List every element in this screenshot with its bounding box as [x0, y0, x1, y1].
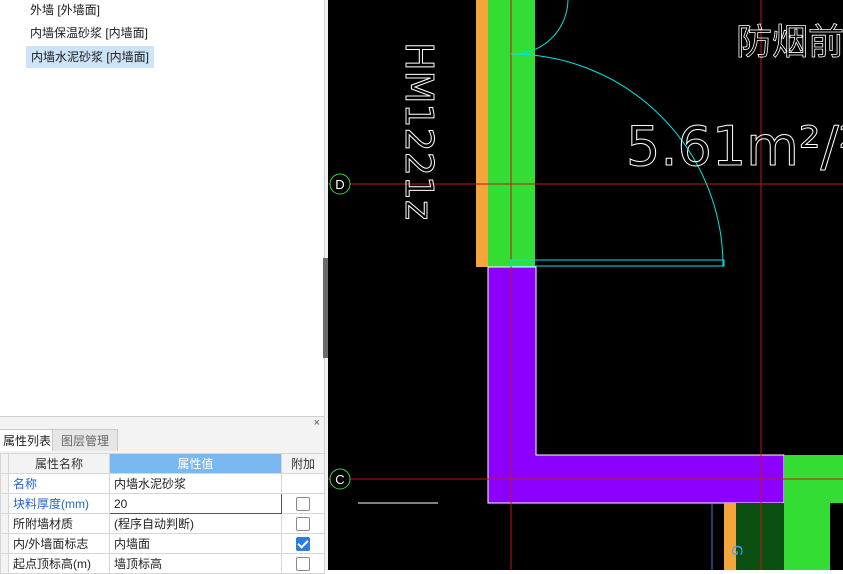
property-value[interactable]: 内墙面 [109, 533, 282, 554]
cad-drawing-canvas[interactable]: D C 防烟前室 5.61m²/² HM1221z G [328, 0, 843, 570]
room-name-label: 防烟前室 [736, 22, 843, 63]
lower-dark-green-wall [736, 503, 784, 570]
table-row[interactable]: 起点顶标高(m) 墙顶标高 [0, 553, 325, 574]
row-number [0, 493, 9, 514]
table-row[interactable]: 内/外墙面标志 内墙面 [0, 533, 325, 554]
property-value[interactable]: 墙顶标高 [109, 553, 282, 574]
left-panel: 外墙 [外墙面] 内墙保温砂浆 [内墙面] 内墙水泥砂浆 [内墙面] × 属性列… [0, 0, 325, 574]
table-row[interactable]: 名称 内墙水泥砂浆 [0, 473, 325, 494]
row-number [0, 473, 9, 494]
purple-wall-l-shape [487, 266, 785, 504]
lower-green-column [784, 503, 830, 570]
attach-cell [281, 553, 325, 574]
attach-cell [281, 493, 325, 514]
property-value-input[interactable]: 20 [109, 493, 282, 514]
door-code-label: HM1221z [397, 42, 441, 220]
tree-item-exterior-wall[interactable]: 外墙 [外墙面] [26, 0, 104, 20]
attach-header[interactable]: 附加 [281, 453, 325, 474]
tree-item-interior-insulation-mortar[interactable]: 内墙保温砂浆 [内墙面] [26, 23, 152, 43]
property-name: 块料厚度(mm) [8, 493, 110, 514]
property-value[interactable]: (程序自动判断) [109, 513, 282, 534]
attach-checkbox[interactable] [296, 496, 310, 511]
property-name: 内/外墙面标志 [8, 533, 110, 554]
attach-checkbox[interactable] [296, 556, 310, 571]
table-row[interactable]: 所附墙材质 (程序自动判断) [0, 513, 325, 534]
property-value-header[interactable]: 属性值 [109, 453, 282, 474]
property-name: 名称 [8, 473, 110, 494]
lower-orange-strip [724, 503, 736, 570]
property-name: 所附墙材质 [8, 513, 110, 534]
component-tree: 外墙 [外墙面] 内墙保温砂浆 [内墙面] 内墙水泥砂浆 [内墙面] [0, 0, 324, 412]
tab-bar: 属性列表 图层管理 [0, 429, 324, 451]
tab-property-list[interactable]: 属性列表 [0, 429, 61, 451]
attach-checkbox[interactable] [296, 516, 310, 531]
row-number [0, 533, 9, 554]
attach-cell [281, 513, 325, 534]
table-row[interactable]: 块料厚度(mm) 20 [0, 493, 325, 514]
axis-label-c: C [335, 472, 344, 487]
row-number [0, 553, 9, 574]
tree-item-interior-cement-mortar[interactable]: 内墙水泥砂浆 [内墙面] [26, 46, 155, 68]
grid-header-row: 属性名称 属性值 附加 [0, 453, 325, 474]
orange-wall-strip [476, 0, 488, 267]
row-number [0, 513, 9, 534]
room-area-label: 5.61m²/² [626, 115, 843, 178]
axis-label-d: D [335, 177, 344, 192]
property-value[interactable]: 内墙水泥砂浆 [109, 473, 282, 494]
door-leaf [510, 259, 725, 267]
close-icon[interactable]: × [314, 417, 320, 429]
attach-cell [281, 473, 325, 494]
lower-vertical-label: G [728, 545, 744, 556]
tab-layer-management[interactable]: 图层管理 [52, 429, 119, 451]
property-name: 起点顶标高(m) [8, 553, 110, 574]
properties-pane: × 属性列表 图层管理 属性名称 属性值 附加 名称 内墙水泥砂浆 块料厚度(m… [0, 416, 325, 574]
attach-checkbox-checked[interactable] [296, 536, 310, 551]
row-number-header [0, 453, 9, 474]
cad-drawing: D C 防烟前室 5.61m²/² HM1221z G [328, 0, 843, 570]
attach-cell [281, 533, 325, 554]
property-grid: 属性名称 属性值 附加 名称 内墙水泥砂浆 块料厚度(mm) 20 所附墙材质 … [0, 453, 325, 574]
property-name-header[interactable]: 属性名称 [8, 453, 110, 474]
